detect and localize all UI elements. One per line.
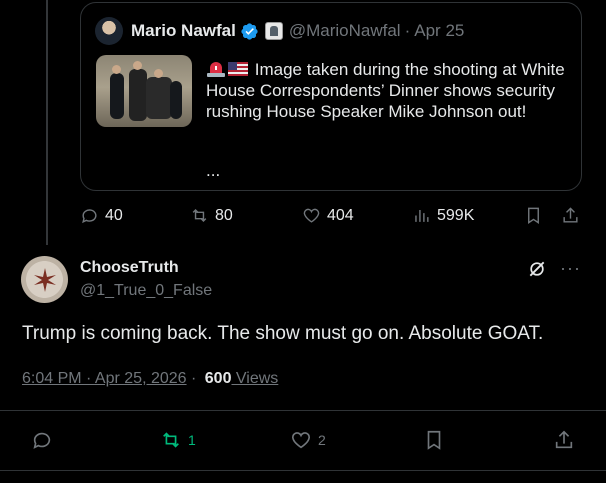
tweet-metadata: 6:04 PM · Apr 25, 2026 · 600 Views xyxy=(22,370,278,388)
like-button-main[interactable]: 2 xyxy=(290,429,326,451)
views-label[interactable]: Views xyxy=(231,370,278,388)
quoted-tweet-image-thumbnail[interactable] xyxy=(96,55,192,127)
quoted-tweet-card[interactable]: Mario Nawfal @MarioNawfal · Apr 25 Image… xyxy=(80,2,582,191)
meta-separator: · xyxy=(186,370,201,387)
heart-icon xyxy=(303,208,320,223)
quoted-tweet-date[interactable]: Apr 25 xyxy=(414,21,464,41)
avatar-cross-emblem xyxy=(33,267,56,292)
divider-bottom xyxy=(0,470,606,471)
thumbnail-figure xyxy=(110,73,124,119)
reply-icon xyxy=(82,209,97,224)
reply-count: 40 xyxy=(105,206,123,224)
quoted-author-avatar[interactable] xyxy=(95,17,123,45)
thumbnail-head xyxy=(112,65,121,74)
quoted-tweet-body: Image taken during the shooting at White… xyxy=(206,60,565,121)
author-avatar[interactable] xyxy=(21,256,68,303)
quoted-author-name[interactable]: Mario Nawfal xyxy=(131,21,236,41)
bookmark-icon xyxy=(427,430,441,450)
tweet-text: Trump is coming back. The show must go o… xyxy=(22,323,544,344)
quoted-tweet-ellipsis: ... xyxy=(206,161,221,180)
quoted-tweet-header: Mario Nawfal @MarioNawfal · Apr 25 xyxy=(131,21,464,41)
affiliation-badge-icon xyxy=(264,22,283,40)
reply-icon xyxy=(33,432,51,449)
share-icon xyxy=(555,430,573,449)
like-count-main: 2 xyxy=(318,432,326,448)
thread-connector-line xyxy=(46,0,48,245)
views-count-main: 600 xyxy=(204,370,232,387)
more-options-icon[interactable]: ··· xyxy=(560,259,581,277)
tweet-timestamp[interactable]: 6:04 PM · Apr 25, 2026 xyxy=(22,370,187,388)
analytics-icon xyxy=(415,209,429,222)
thumbnail-figure xyxy=(129,69,147,121)
reply-button-main[interactable] xyxy=(31,429,53,451)
repost-button[interactable]: 80 xyxy=(190,206,233,225)
share-button[interactable] xyxy=(561,206,580,225)
views-button[interactable]: 599K xyxy=(412,206,474,225)
heart-icon xyxy=(291,432,311,449)
author-name[interactable]: ChooseTruth xyxy=(80,259,179,277)
divider-top xyxy=(0,410,606,411)
repost-button-main[interactable]: 1 xyxy=(160,429,196,451)
rotating-light-icon xyxy=(207,62,225,77)
repost-count: 80 xyxy=(215,206,233,224)
repost-icon xyxy=(192,208,207,223)
thumbnail-head xyxy=(133,61,142,70)
bookmark-button[interactable] xyxy=(524,206,543,225)
thumbnail-figure xyxy=(170,81,182,119)
like-button[interactable]: 404 xyxy=(302,206,354,225)
quoted-author-handle: @MarioNawfal xyxy=(288,21,401,40)
header-separator: · xyxy=(404,21,411,40)
like-count: 404 xyxy=(327,206,354,224)
bookmark-button-main[interactable] xyxy=(423,429,445,451)
us-flag-icon xyxy=(228,62,248,76)
repost-count-main: 1 xyxy=(188,432,196,448)
thumbnail-head xyxy=(154,69,163,78)
views-count: 599K xyxy=(437,206,475,224)
verified-badge-icon xyxy=(241,22,258,40)
share-button-main[interactable] xyxy=(553,429,575,451)
reply-button[interactable]: 40 xyxy=(80,206,123,225)
author-handle[interactable]: @1_True_0_False xyxy=(80,282,212,300)
quoted-tweet-text: Image taken during the shooting at White… xyxy=(206,59,566,122)
thumbnail-figure xyxy=(146,77,172,119)
repost-icon xyxy=(163,432,179,448)
grok-icon[interactable] xyxy=(527,259,547,279)
bookmark-icon xyxy=(528,207,539,224)
share-icon xyxy=(563,207,578,223)
